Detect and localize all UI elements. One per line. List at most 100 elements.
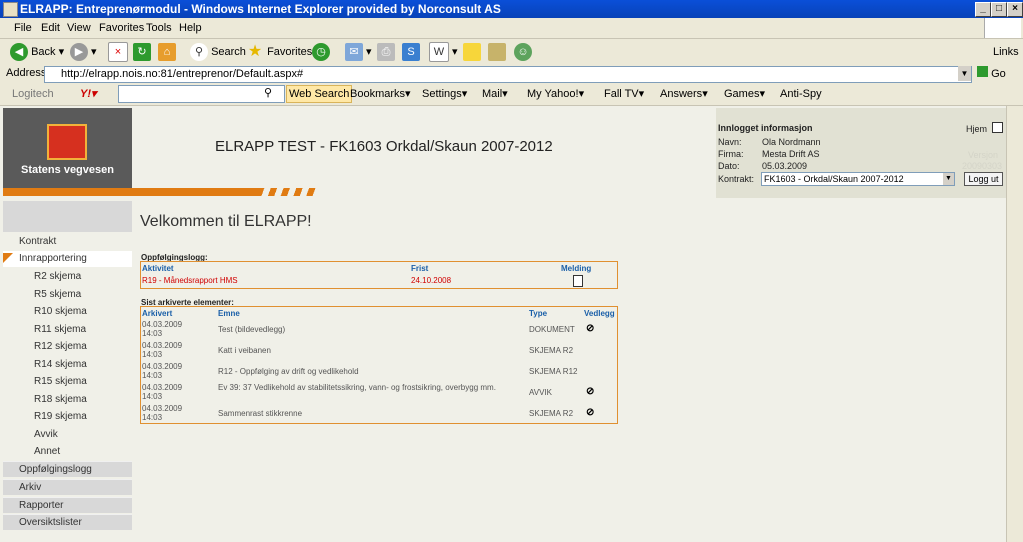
edit-button[interactable]: W ▾: [429, 42, 458, 63]
vertical-scrollbar[interactable]: [1006, 106, 1023, 542]
home-icon: ⌂: [158, 43, 176, 62]
address-input[interactable]: http://elrapp.nois.no:81/entreprenor/Def…: [44, 66, 972, 83]
users-button[interactable]: ☺: [514, 42, 532, 62]
address-dropdown[interactable]: ▼: [958, 66, 971, 81]
search-button[interactable]: ⚲ Search: [190, 42, 246, 62]
home-link[interactable]: Hjem: [966, 124, 987, 134]
log-table: Aktivitet Frist Melding R19 - Månedsrapp…: [140, 261, 618, 289]
research-button[interactable]: [488, 42, 506, 62]
nav-r19-skjema[interactable]: R19 skjema: [3, 409, 132, 425]
mail-button[interactable]: ✉ ▾: [345, 42, 372, 62]
archive-row-date: 04.03.2009: [142, 362, 183, 371]
sidebar-top-block: [3, 201, 132, 232]
users-icon: ☺: [514, 43, 532, 62]
answers-label: Answers: [660, 88, 703, 100]
nav-r11-skjema[interactable]: R11 skjema: [3, 322, 132, 338]
firma-label: Firma:: [718, 149, 744, 159]
answers-link[interactable]: Answers▾: [660, 87, 708, 102]
forward-button[interactable]: ▶ ▾: [70, 42, 97, 62]
nav-arkiv[interactable]: Arkiv: [3, 479, 132, 495]
menu-help[interactable]: Help: [179, 22, 202, 34]
myyahoo-link[interactable]: My Yahoo!▾: [527, 87, 584, 102]
note-button[interactable]: [463, 42, 481, 62]
active-triangle-icon: [3, 253, 13, 263]
nav-avvik[interactable]: Avvik: [3, 427, 132, 443]
dato-label: Dato:: [718, 161, 740, 171]
myyahoo-label: My Yahoo!: [527, 88, 579, 100]
archive-row-date: 04.03.2009: [142, 341, 183, 350]
archive-row-emne[interactable]: Test (bildevedlegg): [218, 325, 285, 334]
yahoo-logo-icon[interactable]: Y!▾: [80, 87, 97, 102]
archive-header-type: Type: [529, 309, 548, 318]
statens-vegvesen-logo[interactable]: Statens vegvesen: [3, 108, 132, 188]
paperclip-icon[interactable]: ⊘: [586, 408, 594, 418]
nav-r10-skjema[interactable]: R10 skjema: [3, 304, 132, 320]
nav-rapporter[interactable]: Rapporter: [3, 497, 132, 513]
nav-oversiktslister[interactable]: Oversiktslister: [3, 514, 132, 530]
antispy-label: Anti-Spy: [780, 88, 822, 100]
close-button[interactable]: ×: [1007, 2, 1023, 17]
bookmarks-button[interactable]: Bookmarks▾: [350, 87, 411, 102]
archive-row-emne[interactable]: Sammenrast stikkrenne: [218, 409, 302, 418]
logout-button[interactable]: Logg ut: [964, 172, 1003, 186]
paperclip-icon[interactable]: ⊘: [586, 387, 594, 397]
forward-arrow-icon: ▶: [70, 43, 88, 62]
paperclip-icon[interactable]: ⊘: [586, 324, 594, 334]
windows-logo-icon: [984, 18, 1021, 38]
history-button[interactable]: ◷: [312, 42, 330, 62]
nav-r18-skjema[interactable]: R18 skjema: [3, 392, 132, 408]
yahoo-search-input[interactable]: [118, 85, 285, 103]
nav-innrapportering[interactable]: Innrapportering: [3, 251, 132, 267]
yahoo-search-icon[interactable]: ⚲: [264, 86, 272, 101]
home-button[interactable]: ⌂: [158, 42, 176, 62]
menu-edit[interactable]: Edit: [41, 22, 60, 34]
nav-r2-skjema[interactable]: R2 skjema: [3, 269, 132, 285]
menu-tools[interactable]: Tools: [146, 22, 172, 34]
nav-r12-skjema[interactable]: R12 skjema: [3, 339, 132, 355]
menu-view[interactable]: View: [67, 22, 91, 34]
maximize-button[interactable]: □: [991, 2, 1007, 17]
nav-oppfolgingslogg[interactable]: Oppfølgingslogg: [3, 461, 132, 477]
kontrakt-select[interactable]: FK1603 - Orkdal/Skaun 2007-2012 ▼: [761, 172, 955, 186]
falltv-link[interactable]: Fall TV▾: [604, 87, 644, 102]
archive-row-emne[interactable]: Ev 39: 37 Vedlikehold av stabilitetssikr…: [218, 383, 523, 392]
minimize-button[interactable]: _: [975, 2, 991, 17]
favorites-button[interactable]: ★ Favorites: [246, 42, 312, 62]
window-titlebar: ELRAPP: Entreprenørmodul - Windows Inter…: [0, 0, 1023, 18]
stop-button[interactable]: ×: [108, 42, 128, 63]
home-icon[interactable]: [992, 122, 1003, 133]
refresh-button[interactable]: ↻: [133, 42, 151, 62]
antispy-link[interactable]: Anti-Spy: [780, 87, 822, 102]
menu-favorites[interactable]: Favorites: [99, 22, 144, 34]
go-button[interactable]: Go: [977, 66, 1006, 80]
nav-r15-skjema[interactable]: R15 skjema: [3, 374, 132, 390]
nav-r5-skjema[interactable]: R5 skjema: [3, 287, 132, 303]
print-button[interactable]: ⎙: [377, 42, 395, 62]
archive-row-type: AVVIK: [529, 388, 552, 397]
nav-r14-skjema[interactable]: R14 skjema: [3, 357, 132, 373]
falltv-label: Fall TV: [604, 88, 639, 100]
back-button[interactable]: ◀ Back ▾: [10, 42, 64, 62]
menu-file[interactable]: File: [14, 22, 32, 34]
games-link[interactable]: Games▾: [724, 87, 765, 102]
nav-annet[interactable]: Annet: [3, 444, 132, 460]
archive-row-emne[interactable]: Katt i veibanen: [218, 346, 271, 355]
bookmarks-label: Bookmarks: [350, 88, 406, 100]
log-aktivitet-link[interactable]: R19 - Månedsrapport HMS: [142, 276, 238, 285]
logitech-button[interactable]: Logitech: [12, 87, 54, 102]
archive-row-emne[interactable]: R12 - Oppfølging av drift og vedlikehold: [218, 367, 359, 376]
log-header-melding: Melding: [561, 264, 592, 273]
mail-link[interactable]: Mail▾: [482, 87, 508, 102]
nav-kontrakt[interactable]: Kontrakt: [3, 234, 132, 250]
web-search-button[interactable]: Web Search: [286, 85, 353, 103]
message-document-icon[interactable]: [573, 275, 583, 287]
search-label: Search: [211, 46, 246, 58]
navn-value: Ola Nordmann: [762, 137, 821, 147]
archive-row-type: DOKUMENT: [529, 325, 575, 334]
stripe-decoration: [258, 188, 318, 196]
settings-button[interactable]: Settings▾: [422, 87, 467, 102]
messenger-button[interactable]: S: [402, 42, 420, 62]
navn-label: Navn:: [718, 137, 742, 147]
browser-toolbar: ◀ Back ▾ ▶ ▾ × ↻ ⌂ ⚲ Search ★ Favorites …: [0, 39, 1023, 65]
links-label[interactable]: Links: [993, 42, 1019, 62]
